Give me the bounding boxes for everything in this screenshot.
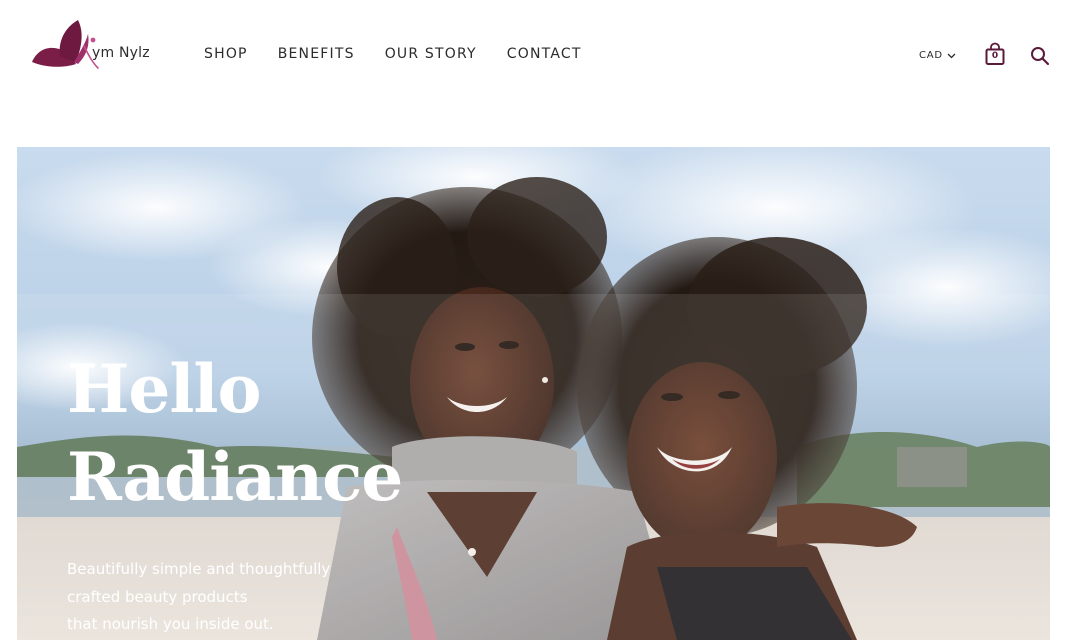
search-icon <box>1031 47 1050 66</box>
currency-selector[interactable]: CAD <box>919 50 956 61</box>
hero-subtitle: Beautifully simple and thoughtfully craf… <box>67 556 387 639</box>
site-header: ym Nylz SHOP BENEFITS OUR STORY CONTACT … <box>0 0 1067 110</box>
nav-item-shop[interactable]: SHOP <box>204 46 248 62</box>
currency-label: CAD <box>919 50 943 61</box>
nav-item-benefits[interactable]: BENEFITS <box>278 46 355 62</box>
hero-banner: Hello Radiance Beautifully simple and th… <box>17 147 1050 640</box>
cart-button[interactable]: 0 <box>984 42 1006 66</box>
hero-subtitle-line-3: that nourish you inside out. <box>67 615 274 633</box>
cart-count-badge: 0 <box>991 51 999 61</box>
chevron-down-icon <box>947 53 956 58</box>
nav-item-contact[interactable]: CONTACT <box>507 46 582 62</box>
hero-title-line-1: Hello <box>67 350 262 428</box>
search-button[interactable] <box>1030 46 1050 66</box>
hero-subtitle-line-1: Beautifully simple and thoughtfully <box>67 560 331 578</box>
hero-title: Hello Radiance <box>67 345 403 521</box>
main-nav: SHOP BENEFITS OUR STORY CONTACT <box>204 46 612 62</box>
hero-subtitle-line-2: crafted beauty products <box>67 587 248 606</box>
brand-wordmark: ym Nylz <box>92 45 150 61</box>
hero-title-line-2: Radiance <box>67 438 403 516</box>
nav-item-our-story[interactable]: OUR STORY <box>385 46 477 62</box>
